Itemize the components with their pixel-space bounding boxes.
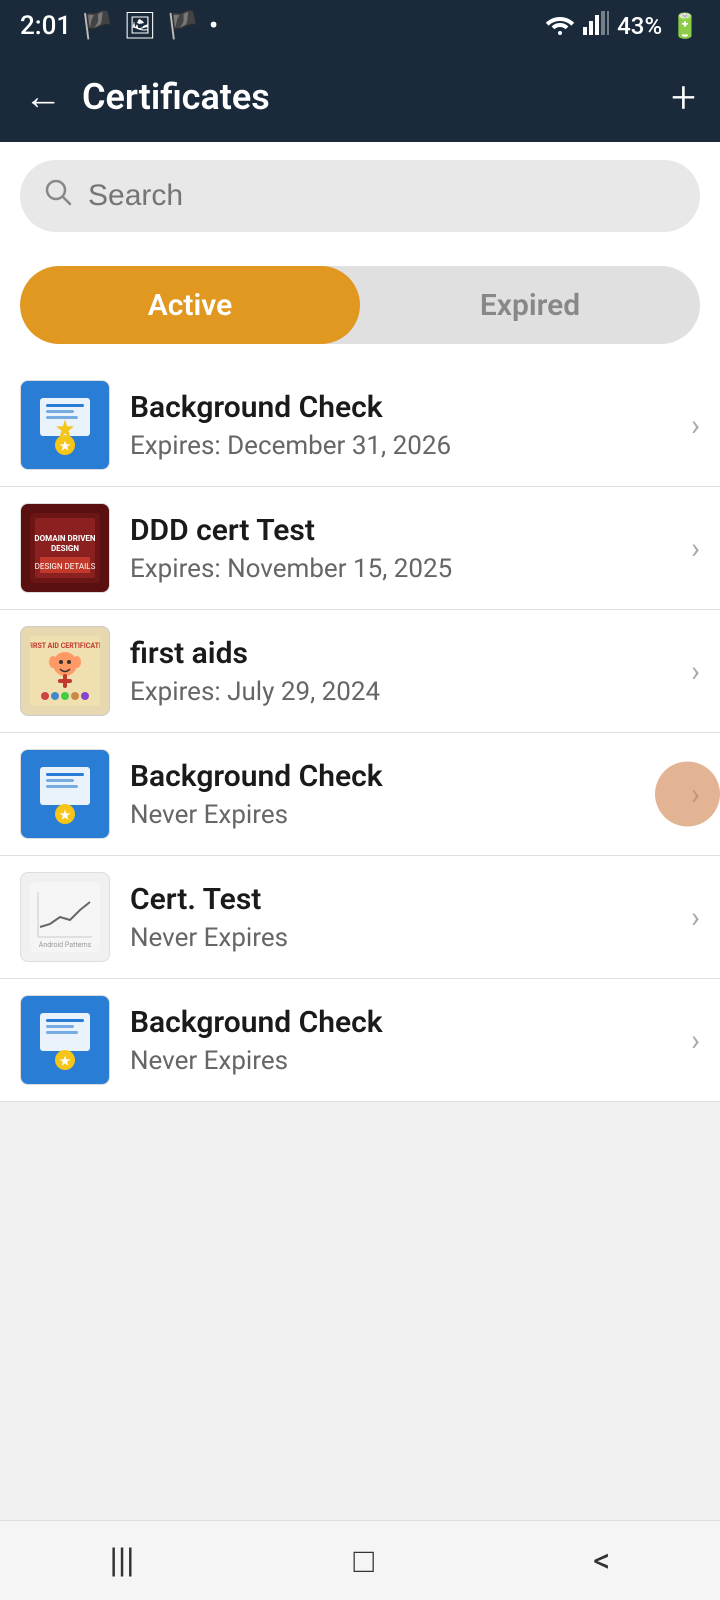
signal-icon [583,11,609,41]
item-icon: ★ [20,749,110,839]
chevron-right-icon: › [691,531,700,566]
item-title: Background Check [130,759,681,794]
svg-text:★: ★ [60,439,71,453]
list-item[interactable]: DOMAIN DRIVEN DESIGN DESIGN DETAILS DDD … [0,487,720,610]
item-title: Background Check [130,390,681,425]
search-icon [44,178,72,214]
svg-text:DOMAIN DRIVEN: DOMAIN DRIVEN [34,534,96,543]
item-subtitle: Expires: November 15, 2025 [130,554,681,584]
tab-expired[interactable]: Expired [360,266,700,344]
dot-icon: • [209,11,218,41]
flag-icon-1: 🏴 [81,11,113,41]
touch-indicator [655,762,720,827]
empty-space [0,1102,720,1542]
item-content: DDD cert Test Expires: November 15, 2025 [130,513,681,584]
svg-text:DESIGN DETAILS: DESIGN DETAILS [35,562,96,571]
item-content: first aids Expires: July 29, 2024 [130,636,681,707]
item-subtitle: Expires: July 29, 2024 [130,677,681,707]
list-item[interactable]: FIRST AID CERTIFICATE fi [0,610,720,733]
list-item[interactable]: Android Patterns Cert. Test Never Expire… [0,856,720,979]
recent-apps-button[interactable]: ||| [110,1541,135,1581]
item-content: Cert. Test Never Expires [130,882,681,953]
bottom-nav: ||| □ < [0,1520,720,1600]
svg-text:★: ★ [60,1054,71,1068]
wifi-icon [545,11,575,41]
item-content: Background Check Expires: December 31, 2… [130,390,681,461]
chevron-right-icon: › [691,654,700,689]
battery-text: 43% [617,12,662,40]
search-input[interactable] [88,179,676,213]
search-bar[interactable] [20,160,700,232]
chevron-right-icon: › [691,408,700,443]
item-subtitle: Never Expires [130,800,681,830]
status-left: 2:01 🏴 🖼 🏴 • [20,11,218,41]
item-title: Background Check [130,1005,681,1040]
item-title: Cert. Test [130,882,681,917]
chevron-right-icon: › [691,1023,700,1058]
certificates-list: ★ Background Check Expires: December 31,… [0,364,720,1102]
battery-icon: 🔋 [670,12,700,40]
item-icon: DOMAIN DRIVEN DESIGN DESIGN DETAILS [20,503,110,593]
add-button[interactable]: + [671,71,696,123]
back-nav-button[interactable]: < [593,1541,610,1581]
tab-toggle: Active Expired [20,266,700,344]
svg-text:DESIGN: DESIGN [51,544,79,553]
search-container [0,142,720,250]
list-item[interactable]: ★ Background Check Never Expires › [0,733,720,856]
tab-active[interactable]: Active [20,266,360,344]
item-content: Background Check Never Expires [130,759,681,830]
item-icon: Android Patterns [20,872,110,962]
item-subtitle: Expires: December 31, 2026 [130,431,681,461]
tab-container: Active Expired [0,250,720,364]
item-icon: FIRST AID CERTIFICATE [20,626,110,716]
list-item[interactable]: ★ Background Check Expires: December 31,… [0,364,720,487]
item-title: DDD cert Test [130,513,681,548]
item-icon: ★ [20,380,110,470]
home-button[interactable]: □ [354,1541,375,1581]
item-content: Background Check Never Expires [130,1005,681,1076]
item-title: first aids [130,636,681,671]
svg-text:★: ★ [60,808,71,822]
svg-text:Android Patterns: Android Patterns [39,941,92,949]
back-button[interactable]: ← [24,75,62,119]
header: ← Certificates + [0,52,720,142]
status-bar: 2:01 🏴 🖼 🏴 • 43% 🔋 [0,0,720,52]
item-subtitle: Never Expires [130,1046,681,1076]
svg-text:FIRST AID CERTIFICATE: FIRST AID CERTIFICATE [30,642,100,650]
status-time: 2:01 [20,11,71,41]
item-subtitle: Never Expires [130,923,681,953]
flag-icon-2: 🏴 [167,11,199,41]
chevron-right-icon: › [691,900,700,935]
page-title: Certificates [82,76,671,118]
list-item[interactable]: ★ Background Check Never Expires › [0,979,720,1102]
status-right: 43% 🔋 [545,11,700,41]
item-icon: ★ [20,995,110,1085]
image-icon: 🖼 [124,11,157,41]
